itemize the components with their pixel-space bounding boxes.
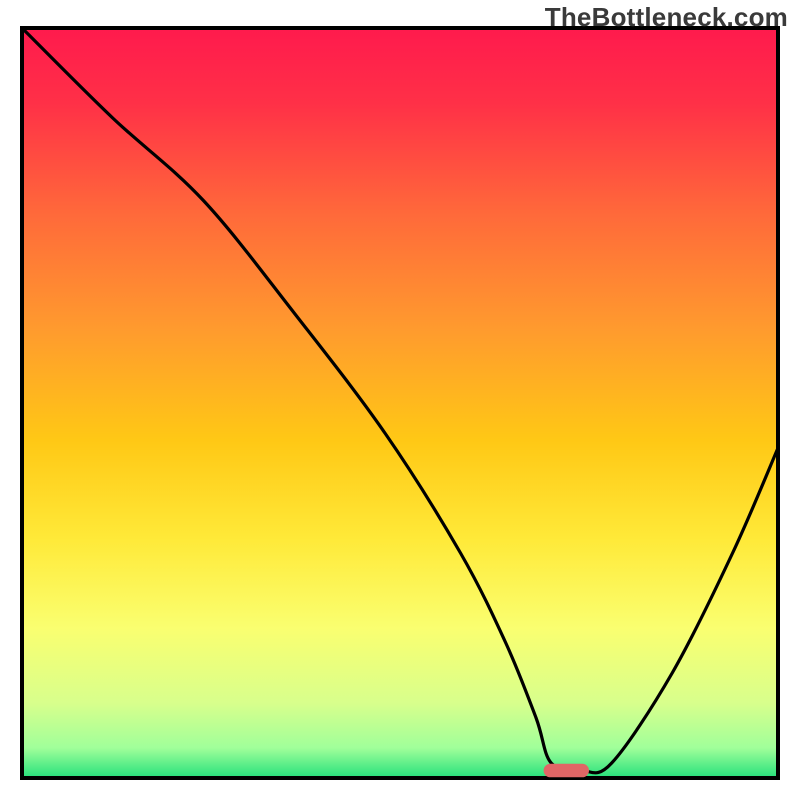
watermark-text: TheBottleneck.com bbox=[545, 2, 788, 33]
optimal-marker bbox=[544, 764, 589, 778]
chart-container: TheBottleneck.com bbox=[0, 0, 800, 800]
bottleneck-chart bbox=[0, 0, 800, 800]
